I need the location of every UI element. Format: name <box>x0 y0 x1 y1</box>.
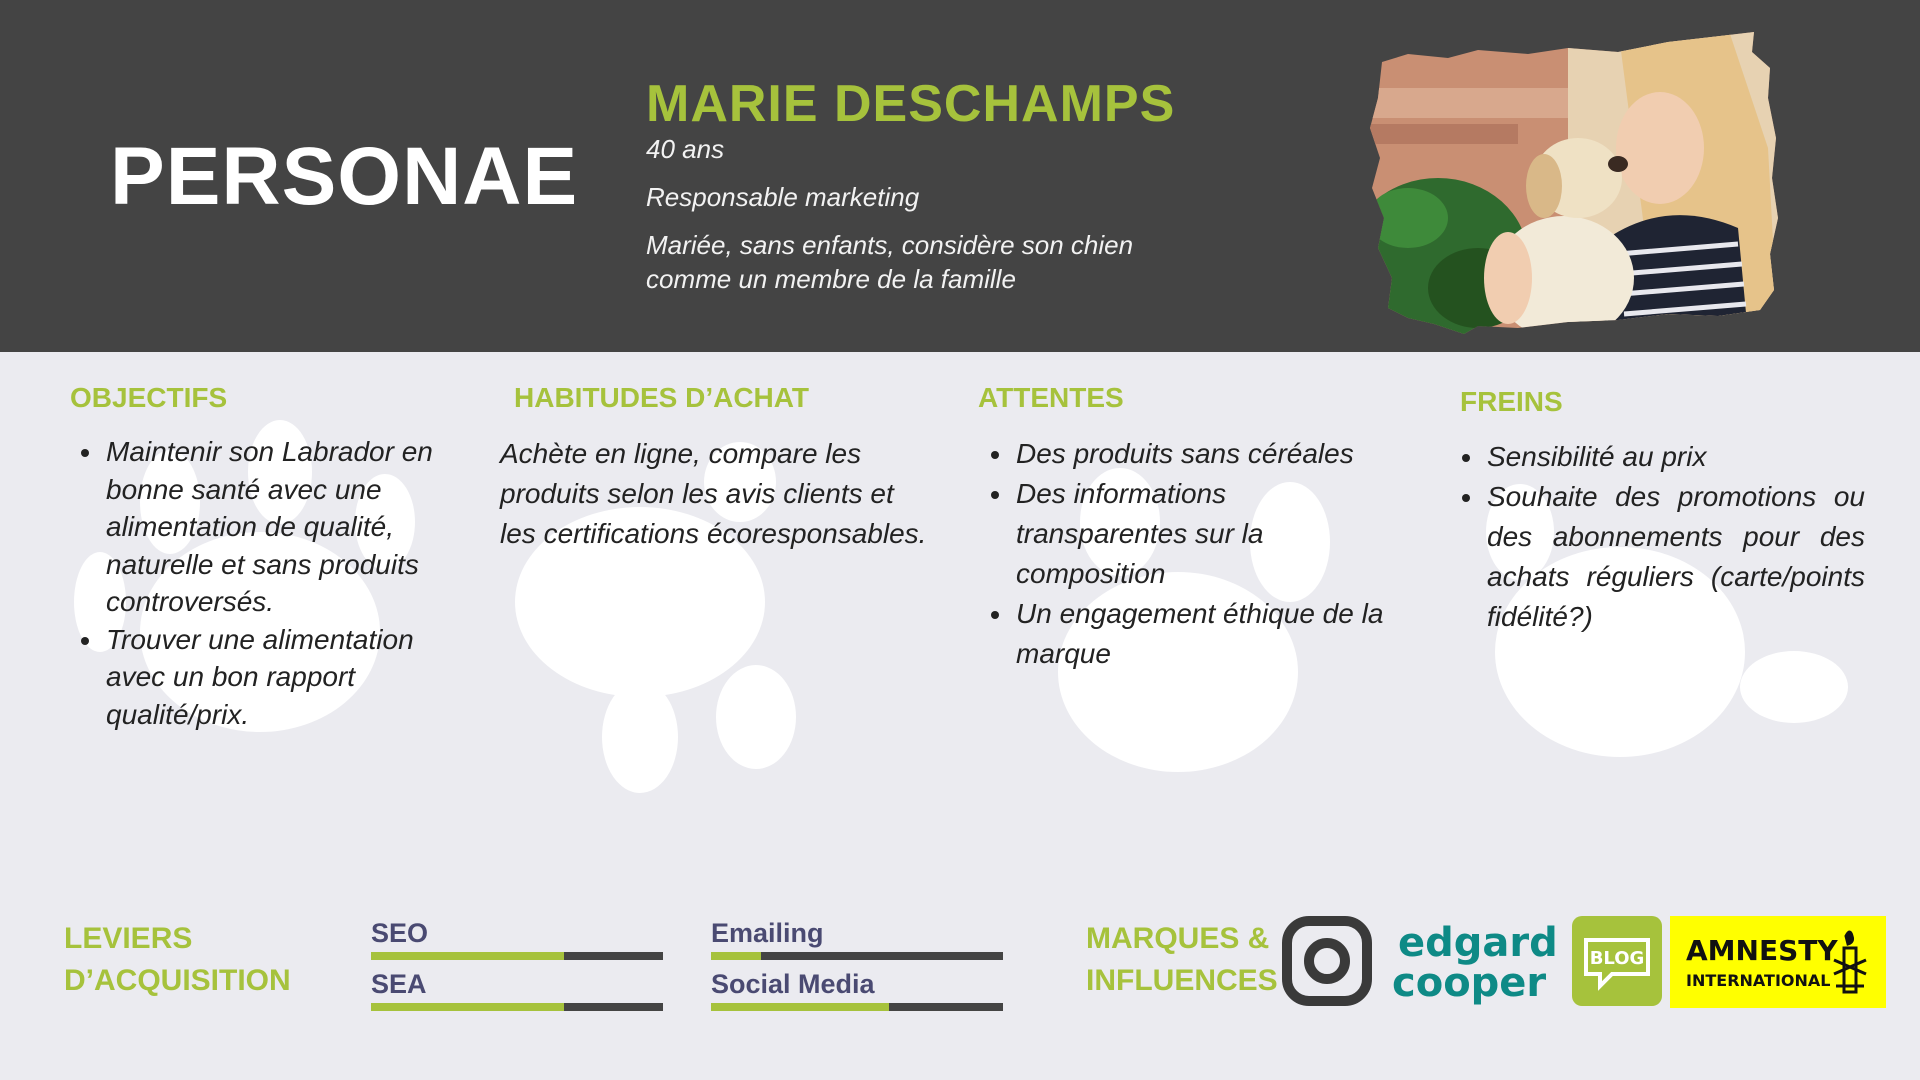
brands-title: MARQUES & INFLUENCES <box>1086 918 1278 1002</box>
list-item: Sensibilité au prix <box>1485 437 1865 477</box>
list-item: Un engagement éthique de la marque <box>1014 594 1404 674</box>
lever-bar-fill <box>711 952 761 960</box>
lever-bar-sea <box>371 1003 663 1011</box>
edgard-logo-line2: cooper <box>1392 960 1546 1006</box>
persona-family-line1: Mariée, sans enfants, considère son chie… <box>646 230 1134 260</box>
lever-bar-emailing <box>711 952 1003 960</box>
lever-label-social-media: Social Media <box>711 969 875 999</box>
persona-age: 40 ans <box>646 134 725 164</box>
leviers-title-line2: D’ACQUISITION <box>64 964 291 997</box>
blog-icon: BLOG <box>1572 916 1662 1006</box>
list-item: Des produits sans céréales <box>1014 434 1404 474</box>
section-title-attentes: ATTENTES <box>978 382 1124 413</box>
instagram-icon <box>1282 916 1372 1006</box>
persona-name: MARIE DESCHAMPS <box>646 75 1176 133</box>
blog-label: BLOG <box>1590 948 1645 969</box>
brands-title-line1: MARQUES & <box>1086 922 1270 955</box>
page-title: PERSONAE <box>110 131 579 222</box>
edgard-cooper-logo: edgard cooper <box>1392 920 1556 1006</box>
leviers-title-line1: LEVIERS <box>64 922 193 955</box>
lever-bar-seo <box>371 952 663 960</box>
objectifs-list: Maintenir son Labrador en bonne santé av… <box>74 433 464 733</box>
amnesty-logo: AMNESTY INTERNATIONAL <box>1670 916 1886 1008</box>
freins-list: Sensibilité au prix Souhaite des promoti… <box>1455 437 1865 637</box>
list-item: Trouver une alimentation avec un bon rap… <box>104 621 464 734</box>
leviers-title: LEVIERS D’ACQUISITION <box>64 918 291 1002</box>
lever-bar-social-media <box>711 1003 1003 1011</box>
section-title-freins: FREINS <box>1460 386 1563 417</box>
amnesty-logo-line1: AMNESTY <box>1686 934 1838 967</box>
habitudes-text: Achète en ligne, compare les produits se… <box>500 438 927 549</box>
list-item: Des informations transparentes sur la co… <box>1014 474 1404 594</box>
lever-bar-fill <box>711 1003 890 1011</box>
lever-label-seo: SEO <box>371 918 429 948</box>
lever-label-emailing: Emailing <box>711 918 824 948</box>
lever-bar-fill <box>371 952 564 960</box>
persona-job: Responsable marketing <box>646 182 920 212</box>
lever-label-sea: SEA <box>371 969 427 999</box>
list-item: Souhaite des promotions ou des abonnemen… <box>1485 477 1865 637</box>
list-item: Maintenir son Labrador en bonne santé av… <box>104 433 464 621</box>
section-title-habitudes: HABITUDES D’ACHAT <box>514 382 810 413</box>
persona-photo <box>1370 32 1778 334</box>
amnesty-logo-line2: INTERNATIONAL <box>1686 971 1830 990</box>
persona-family-line2: comme un membre de la famille <box>646 264 1016 294</box>
persona-family: Mariée, sans enfants, considère son chie… <box>646 228 1206 296</box>
section-title-objectifs: OBJECTIFS <box>70 382 228 413</box>
lever-bar-fill <box>371 1003 564 1011</box>
brands-title-line2: INFLUENCES <box>1086 964 1278 997</box>
attentes-list: Des produits sans céréales Des informati… <box>984 434 1404 674</box>
